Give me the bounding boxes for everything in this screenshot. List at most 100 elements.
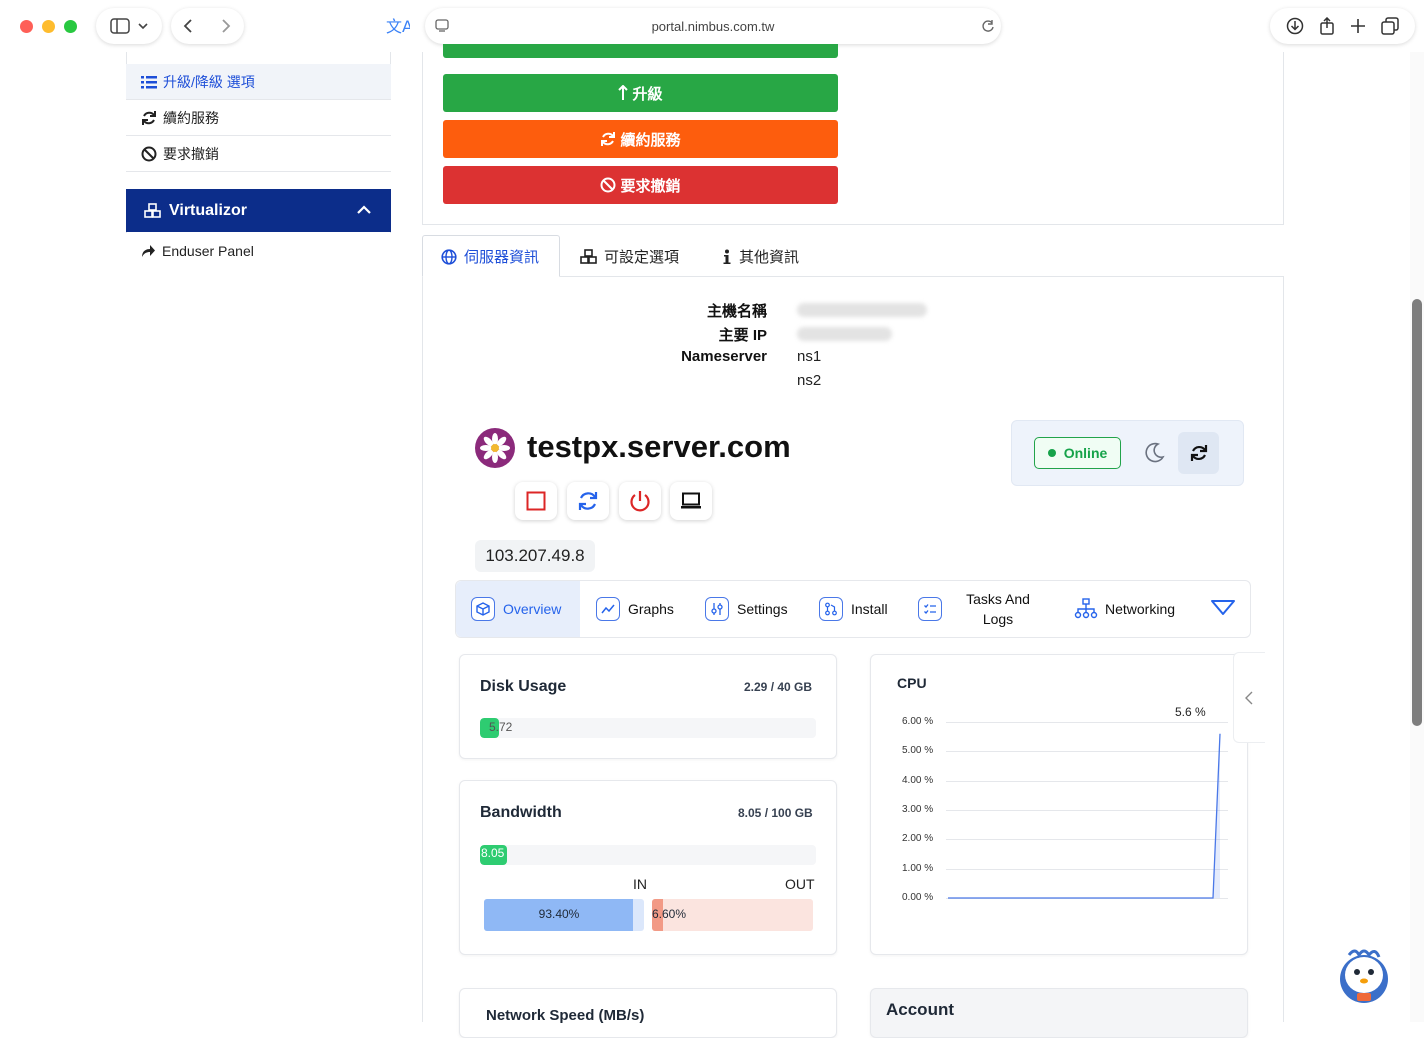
vps-nav-tasks[interactable]: Tasks And Logs <box>918 581 1046 637</box>
renew-label: 續約服務 <box>620 131 681 149</box>
gridline <box>946 810 1228 811</box>
sidebar-item-enduser-panel[interactable]: Enduser Panel <box>126 233 391 269</box>
y-tick-label: 4.00 % <box>902 774 934 786</box>
downloads-icon[interactable] <box>1286 17 1304 35</box>
gridline <box>946 722 1228 723</box>
sidebar-toggle-button[interactable] <box>96 8 162 44</box>
minimize-window-button[interactable] <box>42 20 55 33</box>
y-tick-label: 1.00 % <box>902 862 934 874</box>
nav-label: Networking <box>1105 601 1176 617</box>
upgrade-button[interactable]: 升級 <box>443 74 838 112</box>
y-tick-label: 6.00 % <box>902 716 934 727</box>
new-tab-icon[interactable] <box>1350 18 1366 34</box>
cancel-button[interactable]: 要求撤銷 <box>443 166 838 204</box>
renew-button[interactable]: 續約服務 <box>443 120 838 158</box>
hostname-value-redacted <box>797 303 927 317</box>
status-text: Online <box>1063 445 1108 461</box>
close-window-button[interactable] <box>20 20 33 33</box>
refresh-status-button[interactable] <box>1178 432 1219 474</box>
refresh-icon <box>1190 445 1207 461</box>
stop-button[interactable] <box>515 482 557 520</box>
url-text: portal.nimbus.com.tw <box>651 19 775 34</box>
vps-nav-settings[interactable]: Settings <box>705 581 788 637</box>
vps-nav-graphs[interactable]: Graphs <box>596 581 674 637</box>
list-icon <box>141 75 157 88</box>
translate-icon[interactable]: 文A <box>386 15 410 37</box>
upgrade-label: 升級 <box>632 85 663 103</box>
y-tick-label: 5.00 % <box>902 745 934 757</box>
ban-icon <box>600 177 616 193</box>
bandwidth-out-label: OUT <box>785 876 815 892</box>
partial-button[interactable] <box>443 44 838 58</box>
reload-icon[interactable] <box>981 19 995 33</box>
restart-button[interactable] <box>567 482 609 520</box>
chevron-down-icon[interactable] <box>1210 599 1236 617</box>
gridline <box>946 839 1228 840</box>
virtualizor-header[interactable]: Virtualizor <box>126 189 391 232</box>
disk-usage-card <box>459 654 837 759</box>
cancel-label: 要求撤銷 <box>620 177 681 195</box>
gridline <box>946 751 1228 752</box>
tab-config-options[interactable]: 可設定選項 <box>580 236 679 277</box>
vps-nav-overview[interactable]: Overview <box>471 581 561 637</box>
laptop-icon <box>681 492 701 509</box>
back-forward-icons <box>183 19 230 33</box>
network-speed-title: Network Speed (MB/s) <box>486 1007 645 1024</box>
share-icon <box>142 245 155 257</box>
vps-nav-install[interactable]: Install <box>819 581 888 637</box>
tab-server-info[interactable]: 伺服器資訊 <box>441 236 539 277</box>
gridline <box>946 781 1228 782</box>
tab-label: 伺服器資訊 <box>464 249 540 266</box>
back-icon <box>183 19 192 33</box>
ip-label: 主要 IP <box>718 327 767 344</box>
cubes-icon <box>580 248 597 264</box>
bandwidth-progress-label: 8.05 <box>481 846 505 860</box>
tasks-icon <box>918 597 942 621</box>
tab-overview-icon[interactable] <box>1381 17 1400 35</box>
upgrade-arrow-icon <box>618 85 629 100</box>
nav-label: Install <box>851 601 888 617</box>
ns2-value: ns2 <box>797 372 822 389</box>
nav-label: Overview <box>503 601 562 617</box>
collapse-panel-tab[interactable] <box>1233 652 1265 743</box>
globe-icon <box>441 248 457 265</box>
sidebar-item-cancel[interactable]: 要求撤銷 <box>126 136 391 172</box>
nameserver-label: Nameserver <box>681 348 767 365</box>
refresh-icon <box>601 132 616 146</box>
os-logo-icon <box>474 427 516 469</box>
y-tick-label: 3.00 % <box>902 804 934 815</box>
tab-other-info[interactable]: 其他資訊 <box>722 236 799 277</box>
install-icon <box>819 597 843 621</box>
vps-nav-networking[interactable]: Networking <box>1074 581 1175 637</box>
sidebar-item-label: 升級/降級 選項 <box>163 73 255 90</box>
sidebar-item-label: Enduser Panel <box>162 243 254 259</box>
zoom-window-button[interactable] <box>64 20 77 33</box>
disk-usage-title: Disk Usage <box>480 678 567 695</box>
sidebar-item-renew[interactable]: 續約服務 <box>126 100 391 136</box>
console-button[interactable] <box>670 482 712 520</box>
vps-ip[interactable]: 103.207.49.8 <box>475 540 595 572</box>
chat-mascot-icon[interactable] <box>1337 945 1391 1005</box>
address-bar[interactable]: portal.nimbus.com.tw <box>425 8 1001 44</box>
hostname-label: 主機名稱 <box>706 303 767 320</box>
toolbar-actions <box>1270 8 1415 44</box>
sidebar-item-upgrade[interactable]: 升級/降級 選項 <box>126 64 391 100</box>
network-icon <box>1074 597 1098 621</box>
virtualizor-title: Virtualizor <box>169 201 247 219</box>
stop-icon <box>526 491 546 511</box>
chevron-left-icon <box>1245 691 1253 705</box>
share-icon[interactable] <box>1319 17 1335 35</box>
chevron-up-icon <box>357 205 371 214</box>
bandwidth-in-bar: 93.40% <box>484 899 644 931</box>
ban-icon <box>141 146 157 161</box>
power-off-button[interactable] <box>619 482 661 520</box>
nav-label: Settings <box>737 601 788 617</box>
ip-value-redacted <box>797 327 892 341</box>
moon-icon[interactable] <box>1143 441 1165 463</box>
scrollbar-thumb[interactable] <box>1412 299 1422 726</box>
nav-label: Tasks And Logs <box>966 591 1030 627</box>
cpu-current-value: 5.6 % <box>1175 705 1206 719</box>
gridline <box>946 898 1228 899</box>
y-tick-label: 2.00 % <box>902 833 934 845</box>
status-badge: Online <box>1034 437 1121 469</box>
